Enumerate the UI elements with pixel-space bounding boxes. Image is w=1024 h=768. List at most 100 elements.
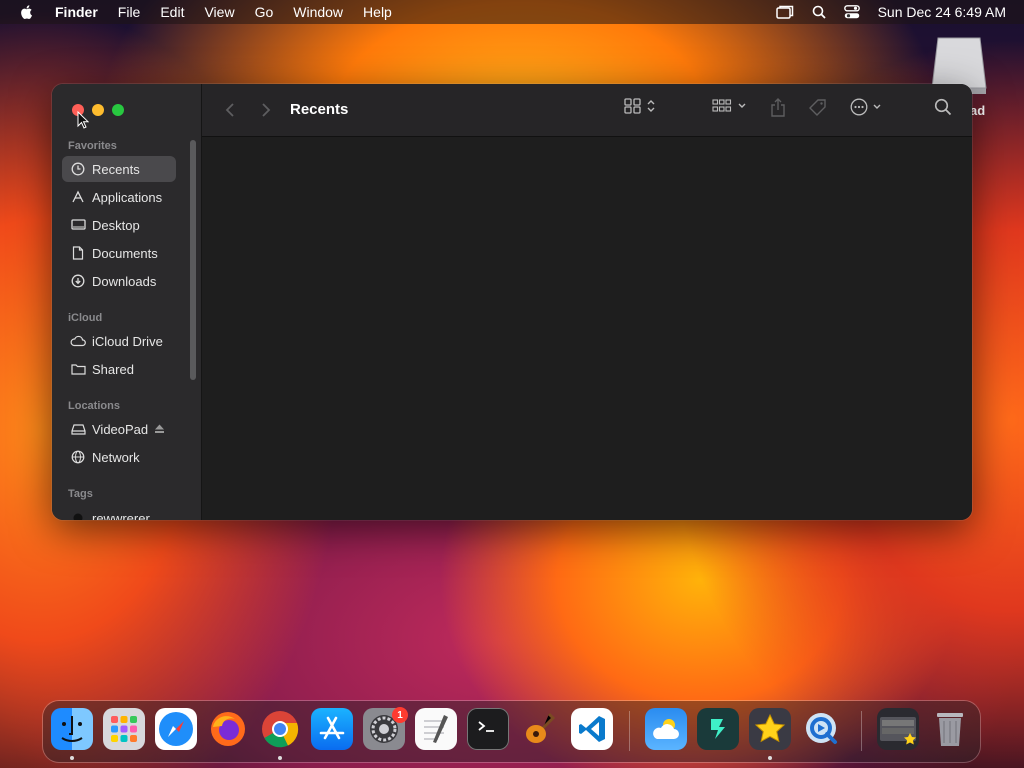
icloud-section-label: iCloud	[68, 312, 103, 324]
control-center-icon[interactable]	[843, 5, 860, 19]
dock: 1	[43, 701, 980, 762]
dock-app-weather[interactable]	[645, 708, 687, 750]
dock-app-garageband[interactable]	[519, 708, 561, 750]
sidebar-item-shared[interactable]: Shared	[62, 356, 176, 382]
sidebar-item-label: Downloads	[92, 273, 157, 289]
sidebar-item-tag[interactable]: rewwrerer	[62, 505, 176, 520]
dock-separator	[861, 711, 862, 751]
guitar-icon	[526, 712, 556, 743]
sidebar-item-applications[interactable]: Applications	[62, 184, 176, 210]
menu-edit[interactable]: Edit	[160, 4, 184, 20]
group-button[interactable]	[712, 98, 747, 114]
running-indicator	[768, 756, 772, 760]
sidebar-item-downloads[interactable]: Downloads	[62, 268, 176, 294]
menu-go[interactable]: Go	[255, 4, 274, 20]
dock-separator	[629, 711, 630, 751]
menu-file[interactable]: File	[118, 4, 141, 20]
tag-button[interactable]	[808, 98, 828, 118]
menu-app-finder[interactable]: Finder	[55, 4, 98, 20]
desktop-icon	[70, 217, 86, 233]
menu-window[interactable]: Window	[293, 4, 343, 20]
share-button[interactable]	[770, 98, 786, 118]
tag-dot-icon	[70, 510, 86, 520]
share-icon	[771, 98, 785, 117]
sidebar-item-videopad[interactable]: VideoPad	[62, 416, 192, 442]
dock-app-quicktime[interactable]	[801, 708, 843, 750]
notification-badge: 1	[392, 707, 408, 723]
sidebar-item-recents[interactable]: Recents	[62, 156, 176, 182]
back-chevron-icon[interactable]	[224, 102, 236, 118]
folder-stack-icon	[880, 717, 916, 745]
eject-icon[interactable]	[154, 424, 165, 434]
sidebar: Favorites Recents Applications Desktop D…	[52, 84, 202, 520]
sidebar-item-label: VideoPad	[92, 421, 149, 437]
sidebar-item-label: Shared	[92, 361, 134, 377]
menu-view[interactable]: View	[204, 4, 234, 20]
zoom-button[interactable]	[112, 104, 124, 116]
applications-icon	[70, 189, 86, 205]
sidebar-item-label: Network	[92, 449, 140, 465]
action-menu-button[interactable]	[850, 98, 882, 116]
finder-icon	[61, 716, 83, 742]
spotlight-search-icon[interactable]	[812, 5, 826, 19]
sidebar-item-label: Desktop	[92, 217, 140, 233]
sidebar-item-label: rewwrerer	[92, 510, 150, 521]
sidebar-item-documents[interactable]: Documents	[62, 240, 176, 266]
file-list-area[interactable]	[202, 137, 972, 520]
tags-section-label: Tags	[68, 488, 93, 500]
dock-app-launchpad[interactable]	[103, 708, 145, 750]
dock-app-imovie-star[interactable]	[749, 708, 791, 750]
dock-app-finder[interactable]	[51, 708, 93, 750]
search-icon	[934, 98, 952, 116]
terminal-prompt-icon	[478, 721, 494, 732]
group-grid-icon	[712, 99, 732, 112]
ellipsis-circle-icon	[850, 98, 868, 116]
dock-app-trash[interactable]	[929, 708, 971, 750]
window-mirroring-icon[interactable]	[775, 5, 794, 19]
launchpad-grid-icon	[111, 716, 137, 742]
dock-app-chrome[interactable]	[259, 708, 301, 750]
sidebar-item-network[interactable]: Network	[62, 444, 176, 470]
dock-app-firefox[interactable]	[207, 708, 249, 750]
sidebar-item-label: Applications	[92, 189, 163, 205]
apple-icon[interactable]	[19, 4, 35, 20]
dock-app-terminal[interactable]	[467, 708, 509, 750]
sidebar-item-icloud-drive[interactable]: iCloud Drive	[62, 328, 176, 354]
favorites-section-label: Favorites	[68, 140, 117, 152]
running-indicator	[278, 756, 282, 760]
download-icon	[70, 273, 86, 289]
forward-chevron-icon[interactable]	[260, 102, 272, 118]
sidebar-scrollbar[interactable]	[190, 140, 196, 380]
dock-app-textedit[interactable]	[415, 708, 457, 750]
weather-cloud-icon	[653, 719, 679, 739]
menu-help[interactable]: Help	[363, 4, 392, 20]
app-store-icon	[319, 716, 345, 740]
running-indicator	[70, 756, 74, 760]
dock-app-filmora[interactable]	[697, 708, 739, 750]
shared-folder-icon	[70, 361, 86, 377]
finder-window: Favorites Recents Applications Desktop D…	[52, 84, 972, 520]
dock-app-vscode[interactable]	[571, 708, 613, 750]
mouse-cursor-icon	[77, 111, 89, 129]
desktop-drive-label[interactable]: ad	[970, 103, 985, 118]
textedit-pen-icon	[424, 715, 448, 743]
search-button[interactable]	[934, 98, 952, 116]
view-mode-button[interactable]	[624, 98, 656, 114]
dock-app-app-store[interactable]	[311, 708, 353, 750]
sidebar-item-desktop[interactable]: Desktop	[62, 212, 176, 238]
window-title: Recents	[290, 101, 349, 118]
clock-icon	[70, 161, 86, 177]
toolbar: Recents	[202, 84, 972, 137]
drive-icon	[70, 421, 86, 437]
dock-app-safari[interactable]	[155, 708, 197, 750]
sidebar-item-label: iCloud Drive	[92, 333, 163, 349]
star-icon	[754, 713, 786, 743]
sidebar-item-label: Recents	[92, 161, 140, 177]
menu-bar: Finder File Edit View Go Window Help Sun…	[0, 0, 1024, 24]
chevron-down-icon	[873, 104, 881, 109]
chrome-icon	[262, 711, 299, 748]
tag-icon	[809, 99, 826, 116]
dock-app-screenshot-folder[interactable]	[877, 708, 919, 750]
menubar-clock[interactable]: Sun Dec 24 6:49 AM	[878, 4, 1006, 20]
minimize-button[interactable]	[92, 104, 104, 116]
